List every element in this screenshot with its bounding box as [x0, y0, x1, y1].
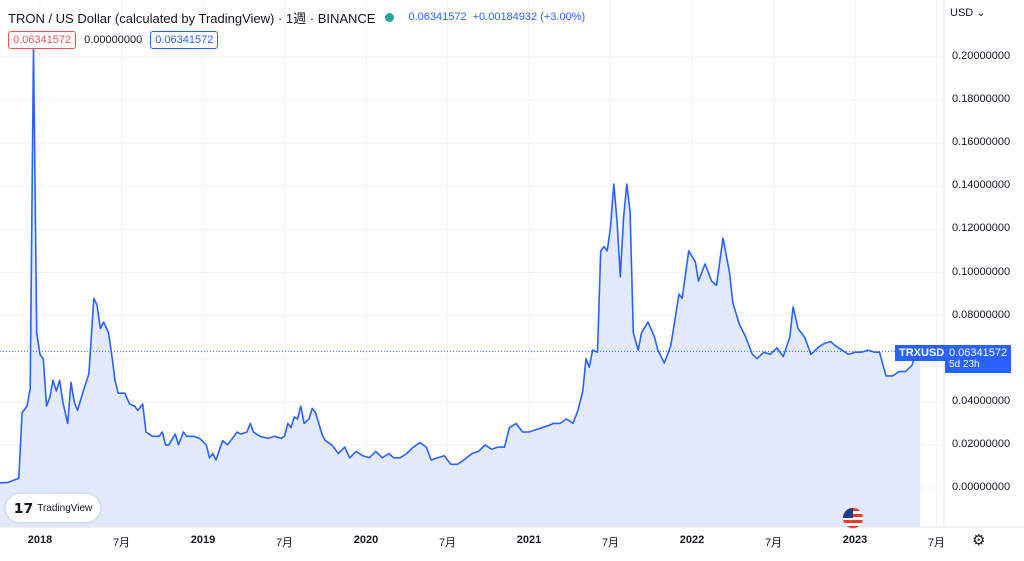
price-area-fill — [0, 46, 921, 527]
bar-countdown: 5d 23h — [949, 359, 980, 370]
currency-dropdown[interactable]: USD ⌄ — [950, 6, 986, 19]
gear-icon[interactable]: ⚙ — [972, 531, 985, 549]
y-tick-label: 0.18000000 — [952, 93, 1011, 106]
ticker-label: TRXUSD — [895, 345, 949, 361]
x-tick-label: 2022 — [679, 534, 705, 546]
current-price-label: 0.06341572 5d 23h — [945, 345, 1011, 373]
ohlc-values: 0.06341572 0.00000000 0.06341572 — [8, 31, 219, 49]
x-tick-label: 7月 — [927, 537, 946, 549]
y-tick-label: 0.12000000 — [952, 222, 1011, 235]
market-status-icon — [385, 12, 395, 22]
y-tick-label: 0.14000000 — [952, 179, 1011, 192]
close-price-box: 0.06341572 — [150, 31, 219, 49]
tradingview-logo-icon: 𝟭𝟳 — [13, 499, 34, 516]
y-tick-label: 0.08000000 — [952, 308, 1011, 321]
tradingview-logo[interactable]: 𝟭𝟳 TradingView — [6, 494, 100, 522]
x-tick-label: 2018 — [27, 534, 53, 546]
y-tick-label: 0.02000000 — [952, 437, 1011, 450]
y-tick-label: 0.10000000 — [952, 265, 1011, 278]
y-tick-label: 0.16000000 — [952, 136, 1011, 149]
last-price-value: 0.06341572 — [408, 11, 467, 23]
x-tick-label: 2023 — [842, 534, 868, 546]
price-change-value: +0.00184932 (+3.00%) — [472, 11, 586, 23]
x-tick-label: 7月 — [275, 537, 294, 549]
x-tick-label: 7月 — [764, 537, 783, 549]
y-tick-label: 0.20000000 — [952, 50, 1011, 62]
us-flag-icon[interactable] — [842, 507, 864, 529]
x-tick-label: 2020 — [353, 534, 379, 546]
x-tick-label: 7月 — [438, 537, 457, 549]
y-tick-label: 0.00000000 — [952, 481, 1011, 493]
tradingview-logo-text: TradingView — [37, 502, 93, 514]
price-chart[interactable] — [0, 0, 1024, 561]
y-tick-label: 0.04000000 — [952, 394, 1011, 407]
x-tick-label: 2021 — [516, 534, 542, 546]
x-tick-label: 7月 — [112, 537, 131, 549]
x-tick-label: 7月 — [601, 537, 620, 549]
chevron-down-icon: ⌄ — [976, 7, 986, 19]
current-price-value: 0.06341572 — [949, 347, 1008, 359]
low-price-box: 0.06341572 — [8, 31, 77, 49]
currency-label: USD — [950, 7, 974, 19]
x-tick-label: 2019 — [190, 534, 216, 546]
mid-price-value: 0.00000000 — [84, 34, 143, 46]
chart-header: TRON / US Dollar (calculated by TradingV… — [8, 7, 585, 27]
symbol-title[interactable]: TRON / US Dollar (calculated by TradingV… — [8, 8, 375, 27]
